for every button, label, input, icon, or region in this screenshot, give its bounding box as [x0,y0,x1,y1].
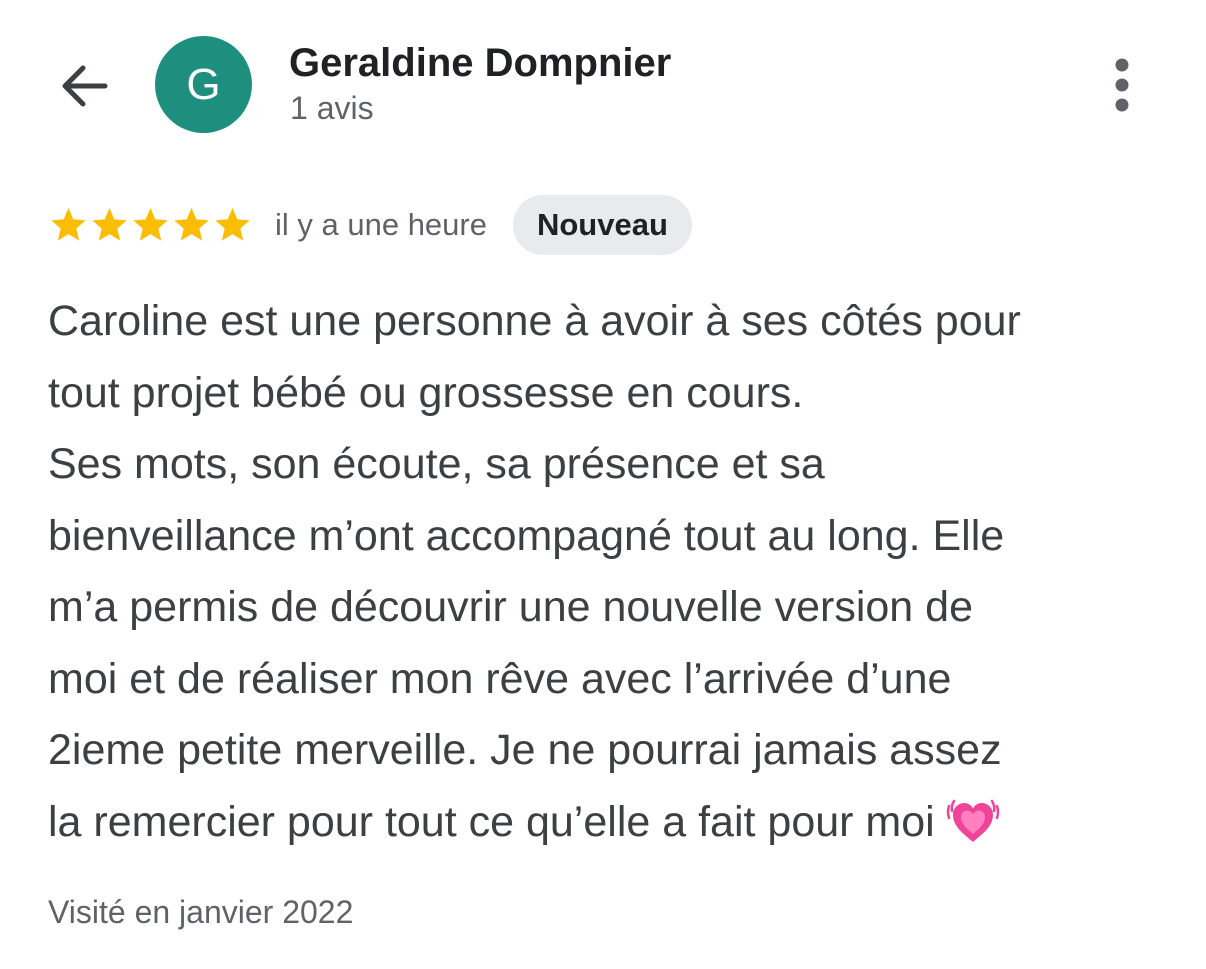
arrow-left-icon [62,65,108,107]
review-last-line: la remercier pour tout ce qu’elle a fait… [48,787,1168,859]
star-icon [92,208,127,241]
star-icon [215,208,250,241]
back-button[interactable] [52,55,114,117]
new-badge: Nouveau [512,195,692,255]
review-text: Caroline est une personne à avoir à ses … [48,286,1168,858]
review-line: Ses mots, son écoute, sa présence et sa [48,440,825,488]
star-icon [133,208,168,241]
review-line: Caroline est une personne à avoir à ses … [48,297,1021,345]
star-rating [48,205,253,245]
growing-heart-icon [946,799,999,843]
review-line: tout projet bébé ou grossesse en cours. [48,368,804,417]
reviewer-name[interactable]: Geraldine Dompnier [289,39,671,87]
visit-date: Visité en janvier 2022 [48,894,354,930]
review-line: bienveillance m’ont accompagné tout au l… [48,511,1005,560]
review-line: m’a permis de découvrir une nouvelle ver… [48,583,973,631]
star-icon [51,208,86,241]
review-time: il y a une heure [275,207,487,242]
review-line: la remercier pour tout ce qu’elle a fait… [48,797,935,846]
more-options-button[interactable] [1097,54,1147,116]
avatar-letter: G [186,59,221,109]
review-count: 1 avis [290,90,374,126]
review-line: 2ieme petite merveille. Je ne pourrai ja… [48,726,1002,774]
star-icon [174,208,209,241]
avatar[interactable]: G [155,36,252,133]
review-line: moi et de réaliser mon rêve avec l’arriv… [48,654,952,703]
rating-row: il y a une heure Nouveau [48,195,692,255]
more-vertical-icon [1115,58,1129,112]
